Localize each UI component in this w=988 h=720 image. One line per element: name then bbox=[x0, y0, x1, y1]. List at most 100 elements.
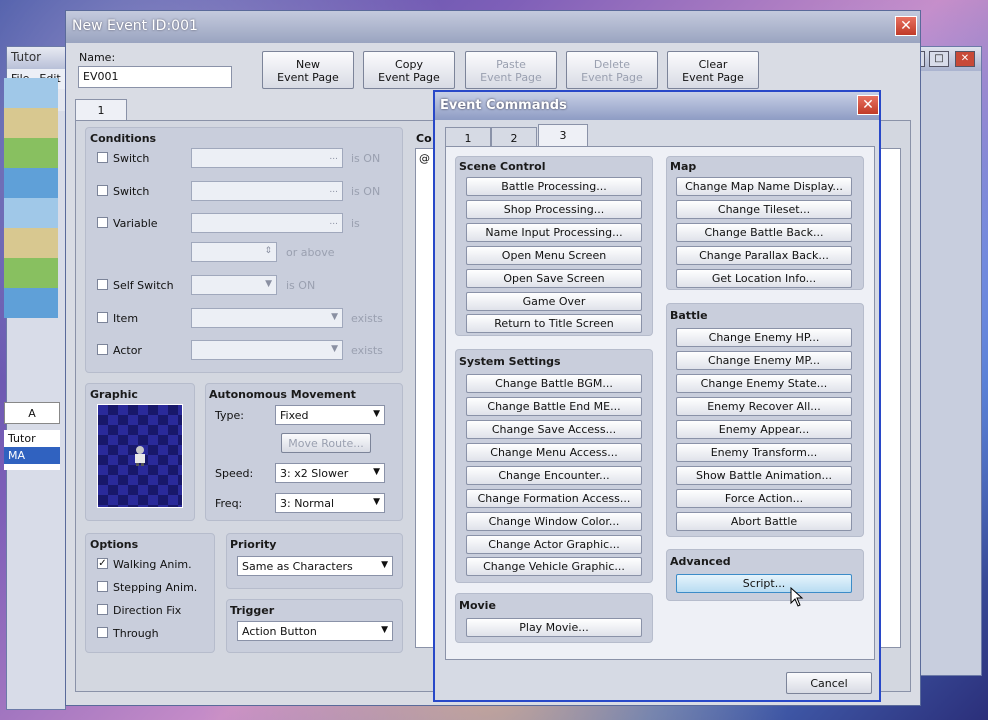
type-dropdown[interactable]: Fixed ▼ bbox=[275, 405, 385, 425]
advanced-title: Advanced bbox=[670, 555, 731, 568]
map-tree-selected[interactable]: MA bbox=[4, 447, 60, 464]
contents-title: Co bbox=[416, 132, 432, 145]
walking-anim-checkbox[interactable]: ✓ bbox=[97, 558, 108, 569]
change-enemy-state-button[interactable]: Change Enemy State... bbox=[676, 374, 852, 393]
change-battle-back-button[interactable]: Change Battle Back... bbox=[676, 223, 852, 242]
variable-label: Variable bbox=[113, 217, 158, 230]
switch1-selector[interactable]: ... bbox=[191, 148, 343, 168]
event-commands-title: Event Commands bbox=[435, 92, 879, 120]
item-dropdown[interactable]: ▼ bbox=[191, 308, 343, 328]
force-action-button[interactable]: Force Action... bbox=[676, 489, 852, 508]
dropdown-arrow-icon: ▼ bbox=[381, 560, 388, 570]
variable-checkbox[interactable] bbox=[97, 217, 108, 228]
direction-fix-checkbox[interactable] bbox=[97, 604, 108, 615]
close-icon[interactable]: ✕ bbox=[895, 16, 917, 36]
change-encounter-button[interactable]: Change Encounter... bbox=[466, 466, 642, 485]
switch1-checkbox[interactable] bbox=[97, 152, 108, 163]
actor-dropdown[interactable]: ▼ bbox=[191, 340, 343, 360]
trigger-dropdown[interactable]: Action Button ▼ bbox=[237, 621, 393, 641]
speed-dropdown[interactable]: 3: x2 Slower ▼ bbox=[275, 463, 385, 483]
change-tileset-button[interactable]: Change Tileset... bbox=[676, 200, 852, 219]
switch2-selector[interactable]: ... bbox=[191, 181, 343, 201]
priority-dropdown[interactable]: Same as Characters ▼ bbox=[237, 556, 393, 576]
item-checkbox[interactable] bbox=[97, 312, 108, 323]
graphic-preview[interactable] bbox=[97, 404, 183, 508]
clear-event-page-button[interactable]: Clear Event Page bbox=[667, 51, 759, 89]
show-battle-animation-button[interactable]: Show Battle Animation... bbox=[676, 466, 852, 485]
tile-palette[interactable] bbox=[4, 78, 58, 318]
stepping-anim-checkbox[interactable] bbox=[97, 581, 108, 592]
switch2-checkbox[interactable] bbox=[97, 185, 108, 196]
get-location-info-button[interactable]: Get Location Info... bbox=[676, 269, 852, 288]
variable-suffix: is bbox=[351, 217, 360, 230]
change-formation-access-button[interactable]: Change Formation Access... bbox=[466, 489, 642, 508]
abort-battle-button[interactable]: Abort Battle bbox=[676, 512, 852, 531]
enemy-appear-button[interactable]: Enemy Appear... bbox=[676, 420, 852, 439]
change-battle-bgm-button[interactable]: Change Battle BGM... bbox=[466, 374, 642, 393]
dropdown-arrow-icon: ▼ bbox=[373, 467, 380, 477]
delete-event-page-button[interactable]: Delete Event Page bbox=[566, 51, 658, 89]
change-parallax-back-button[interactable]: Change Parallax Back... bbox=[676, 246, 852, 265]
change-enemy-mp-button[interactable]: Change Enemy MP... bbox=[676, 351, 852, 370]
dropdown-arrow-icon: ▼ bbox=[381, 625, 388, 635]
enemy-transform-button[interactable]: Enemy Transform... bbox=[676, 443, 852, 462]
variable-value-stepper[interactable]: ⇕ bbox=[191, 242, 277, 262]
enemy-recover-all-button[interactable]: Enemy Recover All... bbox=[676, 397, 852, 416]
open-save-screen-button[interactable]: Open Save Screen bbox=[466, 269, 642, 288]
script-button[interactable]: Script... bbox=[676, 574, 852, 593]
paste-event-page-button[interactable]: Paste Event Page bbox=[465, 51, 557, 89]
through-label: Through bbox=[113, 627, 159, 640]
direction-fix-label: Direction Fix bbox=[113, 604, 182, 617]
autonomous-movement-title: Autonomous Movement bbox=[209, 388, 356, 401]
command-tab-2[interactable]: 2 bbox=[491, 127, 537, 147]
command-tab-3[interactable]: 3 bbox=[538, 124, 588, 147]
battle-processing-button[interactable]: Battle Processing... bbox=[466, 177, 642, 196]
variable-selector[interactable]: ... bbox=[191, 213, 343, 233]
dropdown-arrow-icon: ▼ bbox=[373, 409, 380, 419]
tileset-tab-a[interactable]: A bbox=[4, 402, 60, 424]
self-switch-dropdown[interactable]: ▼ bbox=[191, 275, 277, 295]
change-menu-access-button[interactable]: Change Menu Access... bbox=[466, 443, 642, 462]
priority-title: Priority bbox=[230, 538, 277, 551]
close-icon[interactable]: ✕ bbox=[955, 51, 975, 67]
name-input-processing-button[interactable]: Name Input Processing... bbox=[466, 223, 642, 242]
stepper-arrows-icon: ⇕ bbox=[264, 246, 272, 256]
freq-dropdown[interactable]: 3: Normal ▼ bbox=[275, 493, 385, 513]
change-save-access-button[interactable]: Change Save Access... bbox=[466, 420, 642, 439]
change-battle-end-me-button[interactable]: Change Battle End ME... bbox=[466, 397, 642, 416]
maximize-icon[interactable]: □ bbox=[929, 51, 949, 67]
change-vehicle-graphic-button[interactable]: Change Vehicle Graphic... bbox=[466, 557, 642, 576]
name-input[interactable]: EV001 bbox=[78, 66, 232, 88]
actor-checkbox[interactable] bbox=[97, 344, 108, 355]
return-to-title-button[interactable]: Return to Title Screen bbox=[466, 314, 642, 333]
cancel-button[interactable]: Cancel bbox=[786, 672, 872, 694]
mouse-cursor-icon bbox=[790, 587, 804, 607]
play-movie-button[interactable]: Play Movie... bbox=[466, 618, 642, 637]
change-map-name-display-button[interactable]: Change Map Name Display... bbox=[676, 177, 852, 196]
conditions-title: Conditions bbox=[90, 132, 157, 145]
switch1-label: Switch bbox=[113, 152, 150, 165]
variable-above-label: or above bbox=[286, 246, 335, 259]
self-switch-checkbox[interactable] bbox=[97, 279, 108, 290]
copy-event-page-button[interactable]: Copy Event Page bbox=[363, 51, 455, 89]
move-route-button[interactable]: Move Route... bbox=[281, 433, 371, 453]
speed-label: Speed: bbox=[215, 467, 254, 480]
event-commands-dialog: Event Commands ✕ 1 2 3 Scene Control Bat… bbox=[433, 90, 881, 702]
event-page-tab-1[interactable]: 1 bbox=[75, 99, 127, 121]
change-enemy-hp-button[interactable]: Change Enemy HP... bbox=[676, 328, 852, 347]
game-over-button[interactable]: Game Over bbox=[466, 292, 642, 311]
contents-first-line[interactable]: @ bbox=[419, 152, 430, 165]
movie-title: Movie bbox=[459, 599, 496, 612]
scene-control-title: Scene Control bbox=[459, 160, 546, 173]
close-icon[interactable]: ✕ bbox=[857, 95, 879, 115]
change-window-color-button[interactable]: Change Window Color... bbox=[466, 512, 642, 531]
shop-processing-button[interactable]: Shop Processing... bbox=[466, 200, 642, 219]
map-tree-root[interactable]: Tutor bbox=[4, 430, 60, 447]
through-checkbox[interactable] bbox=[97, 627, 108, 638]
dropdown-arrow-icon: ▼ bbox=[373, 497, 380, 507]
new-event-page-button[interactable]: New Event Page bbox=[262, 51, 354, 89]
change-actor-graphic-button[interactable]: Change Actor Graphic... bbox=[466, 535, 642, 554]
command-tab-1[interactable]: 1 bbox=[445, 127, 491, 147]
open-menu-screen-button[interactable]: Open Menu Screen bbox=[466, 246, 642, 265]
name-label: Name: bbox=[79, 51, 116, 64]
